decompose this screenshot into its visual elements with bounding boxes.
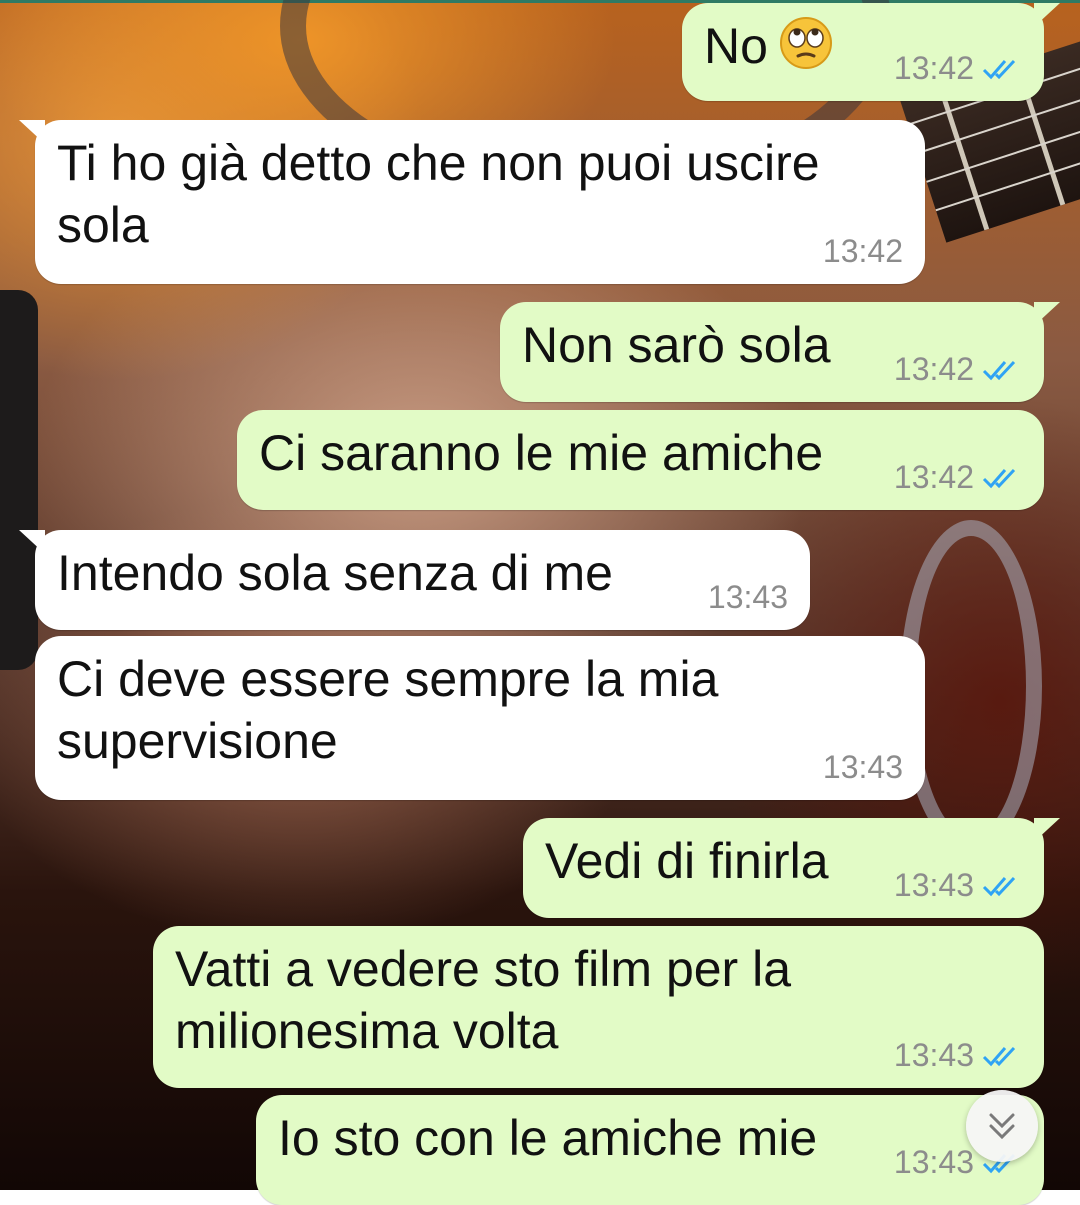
message-text: Vatti a vedere sto film per la milionesi…: [175, 941, 792, 1059]
message-meta: 13:43: [823, 749, 903, 786]
message-text: Ti ho già detto che non puoi uscire sola: [57, 135, 820, 253]
message-text: Ci deve essere sempre la mia supervision…: [57, 651, 719, 769]
message-meta: 13:43: [894, 1037, 1022, 1074]
double-check-icon: [982, 1046, 1016, 1066]
double-check-icon: [982, 468, 1016, 488]
outgoing-message[interactable]: No 13:42: [682, 3, 1060, 101]
double-chevron-down-icon: [989, 1113, 1015, 1140]
face-with-rolling-eyes-icon: [778, 15, 834, 85]
message-time: 13:43: [893, 1144, 974, 1180]
double-check-icon: [982, 360, 1016, 380]
message-meta: 13:42: [823, 233, 903, 270]
incoming-message[interactable]: Intendo sola senza di me 13:43: [19, 530, 810, 630]
message-time: 13:42: [893, 459, 974, 495]
message-time: 13:42: [822, 233, 903, 269]
message-text: Vedi di finirla: [545, 833, 829, 889]
message-time: 13:43: [893, 867, 974, 903]
incoming-message[interactable]: Ci deve essere sempre la mia supervision…: [35, 636, 925, 800]
message-meta: 13:42: [894, 50, 1022, 87]
message-time: 13:42: [893, 50, 974, 86]
message-meta: 13:42: [894, 351, 1022, 388]
outgoing-message[interactable]: Vatti a vedere sto film per la milionesi…: [153, 926, 1044, 1088]
outgoing-message[interactable]: Vedi di finirla 13:43: [523, 818, 1060, 918]
message-text: Intendo sola senza di me: [57, 545, 613, 601]
message-text: Non sarò sola: [522, 317, 831, 373]
message-time: 13:43: [822, 749, 903, 785]
message-time: 13:43: [707, 579, 788, 615]
message-text: Io sto con le amiche mie: [278, 1110, 818, 1166]
outgoing-message[interactable]: Ci saranno le mie amiche 13:42: [237, 410, 1044, 510]
outgoing-message[interactable]: Io sto con le amiche mie 13:43: [256, 1095, 1044, 1205]
message-text: Ci saranno le mie amiche: [259, 425, 824, 481]
message-meta: 13:43: [708, 579, 788, 616]
double-check-icon: [982, 59, 1016, 79]
message-meta: 13:43: [894, 867, 1022, 904]
scroll-to-bottom-button[interactable]: [966, 1090, 1038, 1162]
sleeve: [0, 290, 38, 670]
message-time: 13:42: [893, 351, 974, 387]
double-check-icon: [982, 876, 1016, 896]
outgoing-message[interactable]: Non sarò sola 13:42: [500, 302, 1060, 402]
incoming-message[interactable]: Ti ho già detto che non puoi uscire sola…: [19, 120, 925, 284]
message-time: 13:43: [893, 1037, 974, 1073]
message-meta: 13:42: [894, 459, 1022, 496]
